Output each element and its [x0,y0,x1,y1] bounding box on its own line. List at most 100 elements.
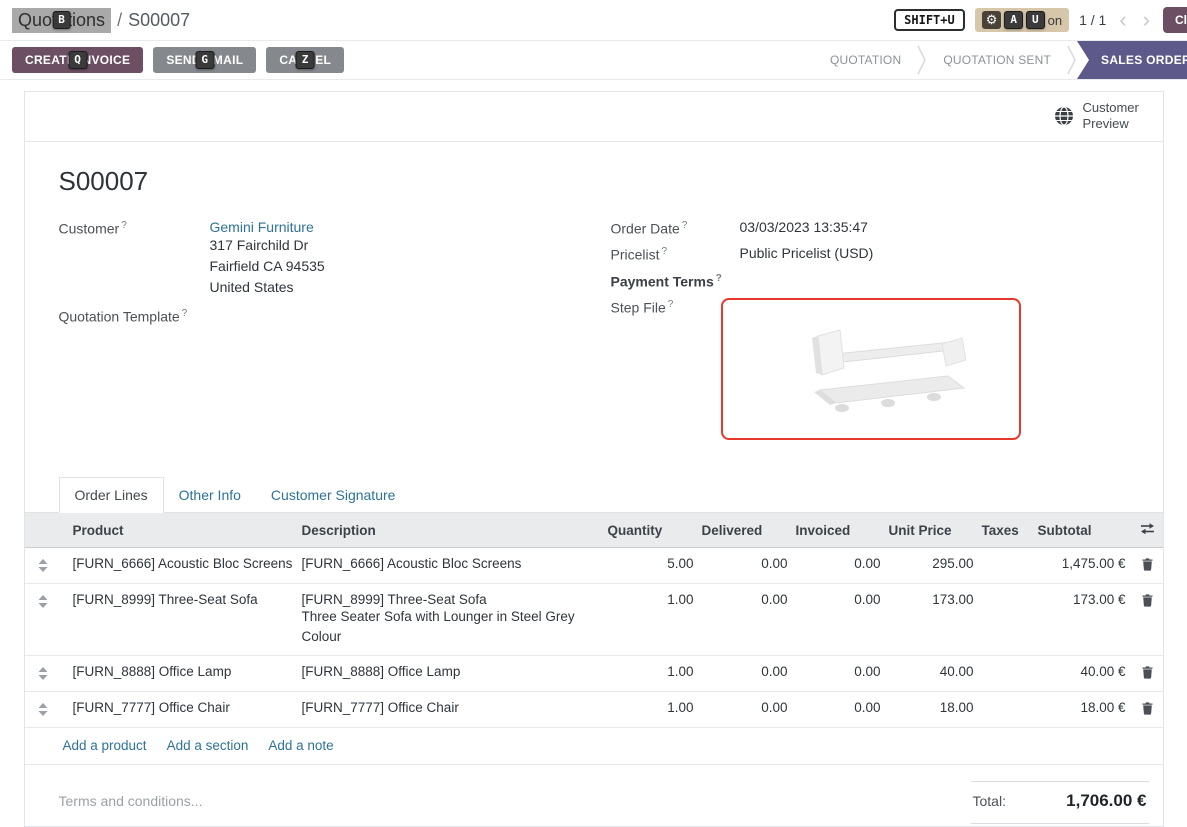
tab-customer-signature[interactable]: Customer Signature [256,478,411,512]
drag-handle-icon [38,667,48,680]
column-header-taxes[interactable]: Taxes [978,513,1034,548]
quantity-cell[interactable]: 1.00 [604,655,698,691]
quantity-cell[interactable]: 1.00 [604,584,698,655]
delivered-cell[interactable]: 0.00 [698,655,792,691]
column-header-description[interactable]: Description [298,513,604,548]
top-right-partial-button[interactable]: Cl [1163,7,1187,33]
optional-columns-icon[interactable] [1140,522,1155,535]
delivered-cell[interactable]: 0.00 [698,584,792,655]
delete-line-button[interactable] [1130,584,1164,655]
invoiced-cell[interactable]: 0.00 [792,584,885,655]
drag-handle[interactable] [25,548,61,584]
statusbar-step-sales-order[interactable]: SALES ORDER [1077,41,1187,79]
quantity-cell[interactable]: 5.00 [604,548,698,584]
product-cell[interactable]: [FURN_8999] Three-Seat Sofa [61,584,298,655]
add-product-link[interactable]: Add a product [63,738,147,753]
invoiced-cell[interactable]: 0.00 [792,548,885,584]
delivered-cell[interactable]: 0.00 [698,548,792,584]
drag-handle-icon [38,559,48,572]
top-navbar: Quotations B / S00007 SHIFT+U ⚙ A U on 1… [0,0,1187,41]
field-order-date: Order Date? 03/03/2023 13:35:47 [611,219,1129,237]
cancel-button[interactable]: CANCEL Z [266,47,344,73]
taxes-cell[interactable] [978,548,1034,584]
statusbar-step-quotation-sent[interactable]: QUOTATION SENT [927,53,1067,67]
column-header-product[interactable]: Product [61,513,298,548]
description-cell[interactable]: [FURN_6666] Acoustic Bloc Screens [298,548,604,584]
column-header-delivered[interactable]: Delivered [698,513,792,548]
drag-handle-icon [38,703,48,716]
gear-icon: ⚙ [982,11,1002,29]
quotation-template-field-label: Quotation Template? [59,307,210,325]
total-label: Total: [973,793,1006,809]
pager-previous-button[interactable]: ‹ [1116,10,1129,30]
action-menu-button[interactable]: ⚙ A U on [975,8,1069,32]
action-bar: CREATE INVOICE Q SEND EMAIL G CANCEL Z Q… [0,41,1187,80]
product-cell[interactable]: [FURN_8888] Office Lamp [61,655,298,691]
description-cell[interactable]: [FURN_8888] Office Lamp [298,655,604,691]
description-cell[interactable]: [FURN_8999] Three-Seat Sofa Three Seater… [298,584,604,655]
step-file-image[interactable] [721,298,1021,440]
delete-line-button[interactable] [1130,691,1164,727]
unit-price-cell[interactable]: 40.00 [885,655,978,691]
subtotal-cell: 18.00 € [1034,691,1130,727]
unit-price-cell[interactable]: 18.00 [885,691,978,727]
invoiced-cell[interactable]: 0.00 [792,655,885,691]
product-cell[interactable]: [FURN_7777] Office Chair [61,691,298,727]
pager-counter[interactable]: 1 / 1 [1079,12,1106,28]
delete-line-button[interactable] [1130,548,1164,584]
order-line-row[interactable]: [FURN_8888] Office Lamp [FURN_8888] Offi… [25,655,1164,691]
pricelist-field-value[interactable]: Public Pricelist (USD) [740,245,874,261]
form-sheet: Customer Preview S00007 Customer? Gemini… [24,91,1164,827]
tab-other-info[interactable]: Other Info [164,478,256,512]
help-icon: ? [182,308,188,319]
breadcrumb: Quotations B / S00007 [12,8,190,33]
add-section-link[interactable]: Add a section [167,738,249,753]
statusbar-separator-icon [1067,43,1077,77]
column-header-invoiced[interactable]: Invoiced [792,513,885,548]
customer-link[interactable]: Gemini Furniture [210,219,314,235]
field-grid: Customer? Gemini Furniture 317 Fairchild… [25,219,1163,450]
unit-price-cell[interactable]: 295.00 [885,548,978,584]
chevron-left-icon: ‹ [1119,7,1126,32]
taxes-cell[interactable] [978,655,1034,691]
breadcrumb-current: S00007 [128,10,190,31]
terms-and-conditions-input[interactable]: Terms and conditions... [59,781,203,824]
chevron-right-icon: › [1143,7,1150,32]
send-email-button[interactable]: SEND EMAIL G [153,47,256,73]
breadcrumb-separator: / [117,10,122,31]
column-header-unit-price[interactable]: Unit Price [885,513,978,548]
product-cell[interactable]: [FURN_6666] Acoustic Bloc Screens [61,548,298,584]
shift-hotkey-badge: SHIFT+U [894,9,965,31]
hotkey-badge-breadcrumb: B [52,11,71,29]
hotkey-badge-cancel: Z [296,51,315,69]
taxes-cell[interactable] [978,584,1034,655]
delivered-cell[interactable]: 0.00 [698,691,792,727]
customer-field-label: Customer? [59,219,210,237]
drag-handle[interactable] [25,691,61,727]
order-line-row[interactable]: [FURN_7777] Office Chair [FURN_7777] Off… [25,691,1164,727]
drag-handle[interactable] [25,584,61,655]
column-header-quantity[interactable]: Quantity [604,513,698,548]
unit-price-cell[interactable]: 173.00 [885,584,978,655]
order-date-field-value[interactable]: 03/03/2023 13:35:47 [740,219,868,235]
column-header-subtotal[interactable]: Subtotal [1034,513,1130,548]
action-menu-partial-label: on [1048,13,1062,28]
breadcrumb-parent-link[interactable]: Quotations B [12,8,111,33]
description-cell[interactable]: [FURN_7777] Office Chair [298,691,604,727]
customer-preview-button[interactable]: Customer Preview [1054,100,1147,133]
delete-line-button[interactable] [1130,655,1164,691]
drag-handle-icon [38,595,48,608]
order-line-row[interactable]: [FURN_8999] Three-Seat Sofa [FURN_8999] … [25,584,1164,655]
customer-address-line: Fairfield CA 94535 [210,256,325,277]
create-invoice-button[interactable]: CREATE INVOICE Q [12,47,143,73]
taxes-cell[interactable] [978,691,1034,727]
drag-handle[interactable] [25,655,61,691]
order-date-field-label: Order Date? [611,219,740,237]
order-line-row[interactable]: [FURN_6666] Acoustic Bloc Screens [FURN_… [25,548,1164,584]
add-note-link[interactable]: Add a note [268,738,333,753]
invoiced-cell[interactable]: 0.00 [792,691,885,727]
tab-order-lines[interactable]: Order Lines [59,477,164,513]
statusbar-step-quotation[interactable]: QUOTATION [814,53,917,67]
pager-next-button[interactable]: › [1140,10,1153,30]
quantity-cell[interactable]: 1.00 [604,691,698,727]
